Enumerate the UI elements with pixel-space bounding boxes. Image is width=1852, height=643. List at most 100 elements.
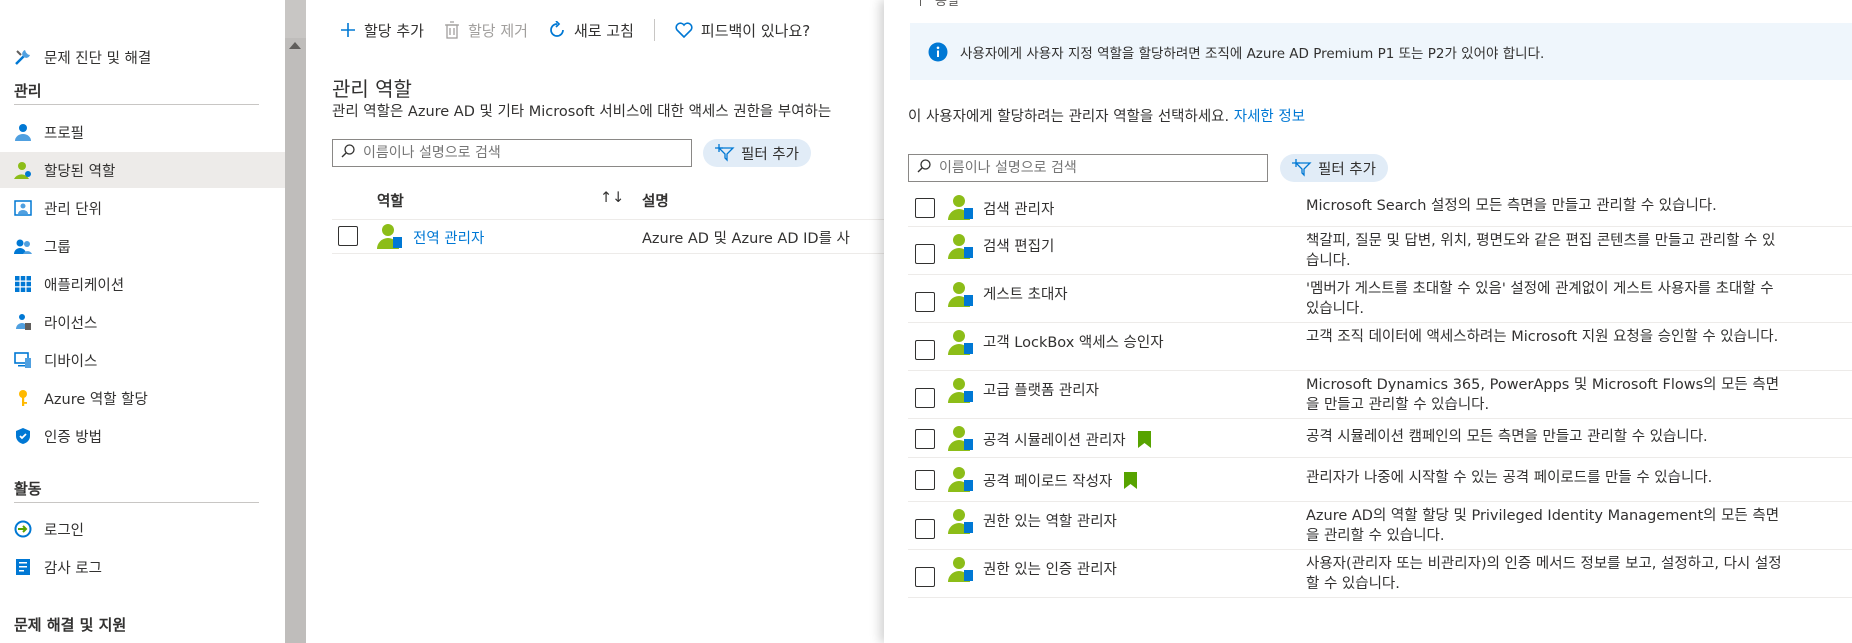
list-item[interactable]: 권한 있는 역할 관리자 Azure AD의 역할 할당 및 Privilege… xyxy=(908,502,1852,550)
scrollbar-track[interactable] xyxy=(285,38,306,643)
sidebar-scrollbar[interactable] xyxy=(285,0,306,643)
list-item[interactable]: 공격 시뮬레이션 관리자 공격 시뮬레이션 캠페인의 모든 측면을 만들고 관리… xyxy=(908,419,1852,458)
user-role-icon xyxy=(948,194,974,224)
section-divider xyxy=(14,104,259,105)
panel-top-label: 동일 xyxy=(935,0,959,9)
feedback-label: 피드백이 있나요? xyxy=(700,21,811,40)
row-checkbox[interactable] xyxy=(338,226,358,246)
shield-icon xyxy=(14,427,32,445)
section-header-activity: 활동 xyxy=(14,480,42,498)
sidebar-item-audit-logs[interactable]: 감사 로그 xyxy=(0,549,285,585)
learn-more-link[interactable]: 자세한 정보 xyxy=(1234,109,1305,125)
role-checkbox[interactable] xyxy=(915,519,935,539)
role-description: 사용자(관리자 또는 비관리자)의 인증 메서드 정보를 보고, 설정하고, 다… xyxy=(1306,556,1782,592)
list-item[interactable]: 공격 페이로드 작성자 관리자가 나중에 시작할 수 있는 공격 페이로드를 만… xyxy=(908,458,1852,502)
sidebar-item-label: 감사 로그 xyxy=(44,560,102,577)
info-banner-text: 사용자에게 사용자 지정 역할을 할당하려면 조직에 Azure AD Prem… xyxy=(960,45,1545,62)
role-checkbox[interactable] xyxy=(915,198,935,218)
remove-assignment-button[interactable]: 할당 제거 xyxy=(444,20,528,41)
list-item[interactable]: 검색 관리자 Microsoft Search 설정의 모든 측면을 만들고 관… xyxy=(908,188,1852,227)
refresh-button[interactable]: 새로 고침 xyxy=(548,20,634,41)
sidebar-item-licenses[interactable]: 라이선스 xyxy=(0,304,285,340)
trash-icon xyxy=(444,21,460,39)
main-add-filter-button[interactable]: 필터 추가 xyxy=(703,139,811,167)
role-checkbox[interactable] xyxy=(915,429,935,449)
sort-icon[interactable]: ↑↓ xyxy=(600,190,624,206)
instruction-text: 이 사용자에게 할당하려는 관리자 역할을 선택하세요. xyxy=(908,109,1230,125)
sidebar-item-label: 프로필 xyxy=(44,125,85,142)
role-description: Microsoft Search 설정의 모든 측면을 만들고 관리할 수 있습… xyxy=(1306,198,1717,214)
user-role-icon xyxy=(948,466,974,496)
role-checkbox[interactable] xyxy=(915,388,935,408)
add-assignment-button[interactable]: 할당 추가 xyxy=(340,20,424,41)
panel-add-filter-button[interactable]: 필터 추가 xyxy=(1280,154,1388,182)
refresh-label: 새로 고침 xyxy=(573,21,634,40)
role-name: 공격 페이로드 작성자 xyxy=(983,474,1113,490)
scroll-up-arrow-icon[interactable] xyxy=(289,42,301,49)
sidebar-item-auth-methods[interactable]: 인증 방법 xyxy=(0,418,285,454)
sidebar-item-profile[interactable]: 프로필 xyxy=(0,114,285,150)
filter-add-icon xyxy=(715,144,735,162)
section-divider xyxy=(14,502,259,503)
sidebar-item-groups[interactable]: 그룹 xyxy=(0,228,285,264)
admin-unit-icon xyxy=(14,199,32,217)
user-role-icon xyxy=(948,281,974,311)
sidebar-item-label: 애플리케이션 xyxy=(44,277,125,294)
sidebar-item-assigned-roles[interactable]: 할당된 역할 xyxy=(0,152,285,188)
sidebar-item-label: 그룹 xyxy=(44,239,71,256)
bookmark-icon xyxy=(1124,472,1138,493)
sidebar-item-admin-units[interactable]: 관리 단위 xyxy=(0,190,285,226)
list-item[interactable]: 검색 편집기 책갈피, 질문 및 답변, 위치, 평면도와 같은 편집 콘텐츠를… xyxy=(908,227,1852,275)
key-icon xyxy=(14,389,32,407)
sidebar-item-label: 인증 방법 xyxy=(44,429,102,446)
list-item[interactable]: 권한 있는 인증 관리자 사용자(관리자 또는 비관리자)의 인증 메서드 정보… xyxy=(908,550,1852,598)
user-role-icon xyxy=(948,508,974,538)
sidebar-item-label: 관리 단위 xyxy=(44,201,102,218)
panel-search-input[interactable] xyxy=(937,159,1252,177)
refresh-icon xyxy=(548,21,566,39)
user-role-icon xyxy=(948,425,974,455)
sidebar-item-diagnose[interactable]: 문제 진단 및 해결 xyxy=(0,39,285,75)
role-name: 권한 있는 역할 관리자 xyxy=(983,514,1117,530)
role-checkbox[interactable] xyxy=(915,244,935,264)
page-description: 관리 역할은 Azure AD 및 기타 Microsoft 서비스에 대한 액… xyxy=(332,104,832,120)
page-title: 관리 역할 xyxy=(332,77,412,101)
main-search-input[interactable] xyxy=(361,144,676,162)
filter-label: 필터 추가 xyxy=(741,146,799,163)
column-header-role[interactable]: 역할 xyxy=(377,190,404,211)
main-search-box[interactable] xyxy=(332,139,692,167)
info-banner: 사용자에게 사용자 지정 역할을 할당하려면 조직에 Azure AD Prem… xyxy=(910,23,1852,80)
role-description: 고객 조직 데이터에 액세스하려는 Microsoft 지원 요청을 승인할 수… xyxy=(1306,329,1779,345)
role-name-link[interactable]: 전역 관리자 xyxy=(413,227,484,248)
search-icon xyxy=(917,159,931,177)
role-checkbox[interactable] xyxy=(915,567,935,587)
filter-label: 필터 추가 xyxy=(1318,161,1376,178)
role-checkbox[interactable] xyxy=(915,340,935,360)
role-checkbox[interactable] xyxy=(915,470,935,490)
filter-add-icon xyxy=(1292,159,1312,177)
assigned-roles-main: 할당 추가 할당 제거 새로 고침 피드백이 있나요? 관리 역할 관리 역할은… xyxy=(306,0,884,643)
list-item[interactable]: 게스트 초대자 '멤버가 게스트를 초대할 수 있음' 설정에 관계없이 게스트… xyxy=(908,275,1852,323)
sidebar-item-applications[interactable]: 애플리케이션 xyxy=(0,266,285,302)
plus-icon xyxy=(340,22,356,38)
table-row[interactable]: 전역 관리자 Azure AD 및 Azure AD ID를 사 xyxy=(332,220,884,254)
search-icon xyxy=(341,144,355,162)
list-item[interactable]: 고급 플랫폼 관리자 Microsoft Dynamics 365, Power… xyxy=(908,371,1852,419)
list-item[interactable]: 고객 LockBox 액세스 승인자 고객 조직 데이터에 액세스하려는 Mic… xyxy=(908,323,1852,371)
role-checkbox[interactable] xyxy=(915,292,935,312)
device-icon xyxy=(14,351,32,369)
sidebar-item-azure-role-assignments[interactable]: Azure 역할 할당 xyxy=(0,380,285,416)
sidebar-item-sign-ins[interactable]: 로그인 xyxy=(0,511,285,547)
feedback-button[interactable]: 피드백이 있나요? xyxy=(675,20,810,41)
column-header-description[interactable]: 설명 xyxy=(642,190,669,211)
role-description: Azure AD의 역할 할당 및 Privileged Identity Ma… xyxy=(1306,508,1780,544)
apps-grid-icon xyxy=(14,275,32,293)
panel-instruction: 이 사용자에게 할당하려는 관리자 역할을 선택하세요. 자세한 정보 xyxy=(908,105,1305,126)
sidebar-item-label: 할당된 역할 xyxy=(44,163,116,180)
command-bar: 할당 추가 할당 제거 새로 고침 피드백이 있나요? xyxy=(306,0,884,60)
sidebar-item-devices[interactable]: 디바이스 xyxy=(0,342,285,378)
panel-search-box[interactable] xyxy=(908,154,1268,182)
remove-assignment-label: 할당 제거 xyxy=(467,21,528,40)
role-description: Microsoft Dynamics 365, PowerApps 및 Micr… xyxy=(1306,377,1780,413)
role-name-with-badge: 공격 페이로드 작성자 xyxy=(983,470,1138,493)
